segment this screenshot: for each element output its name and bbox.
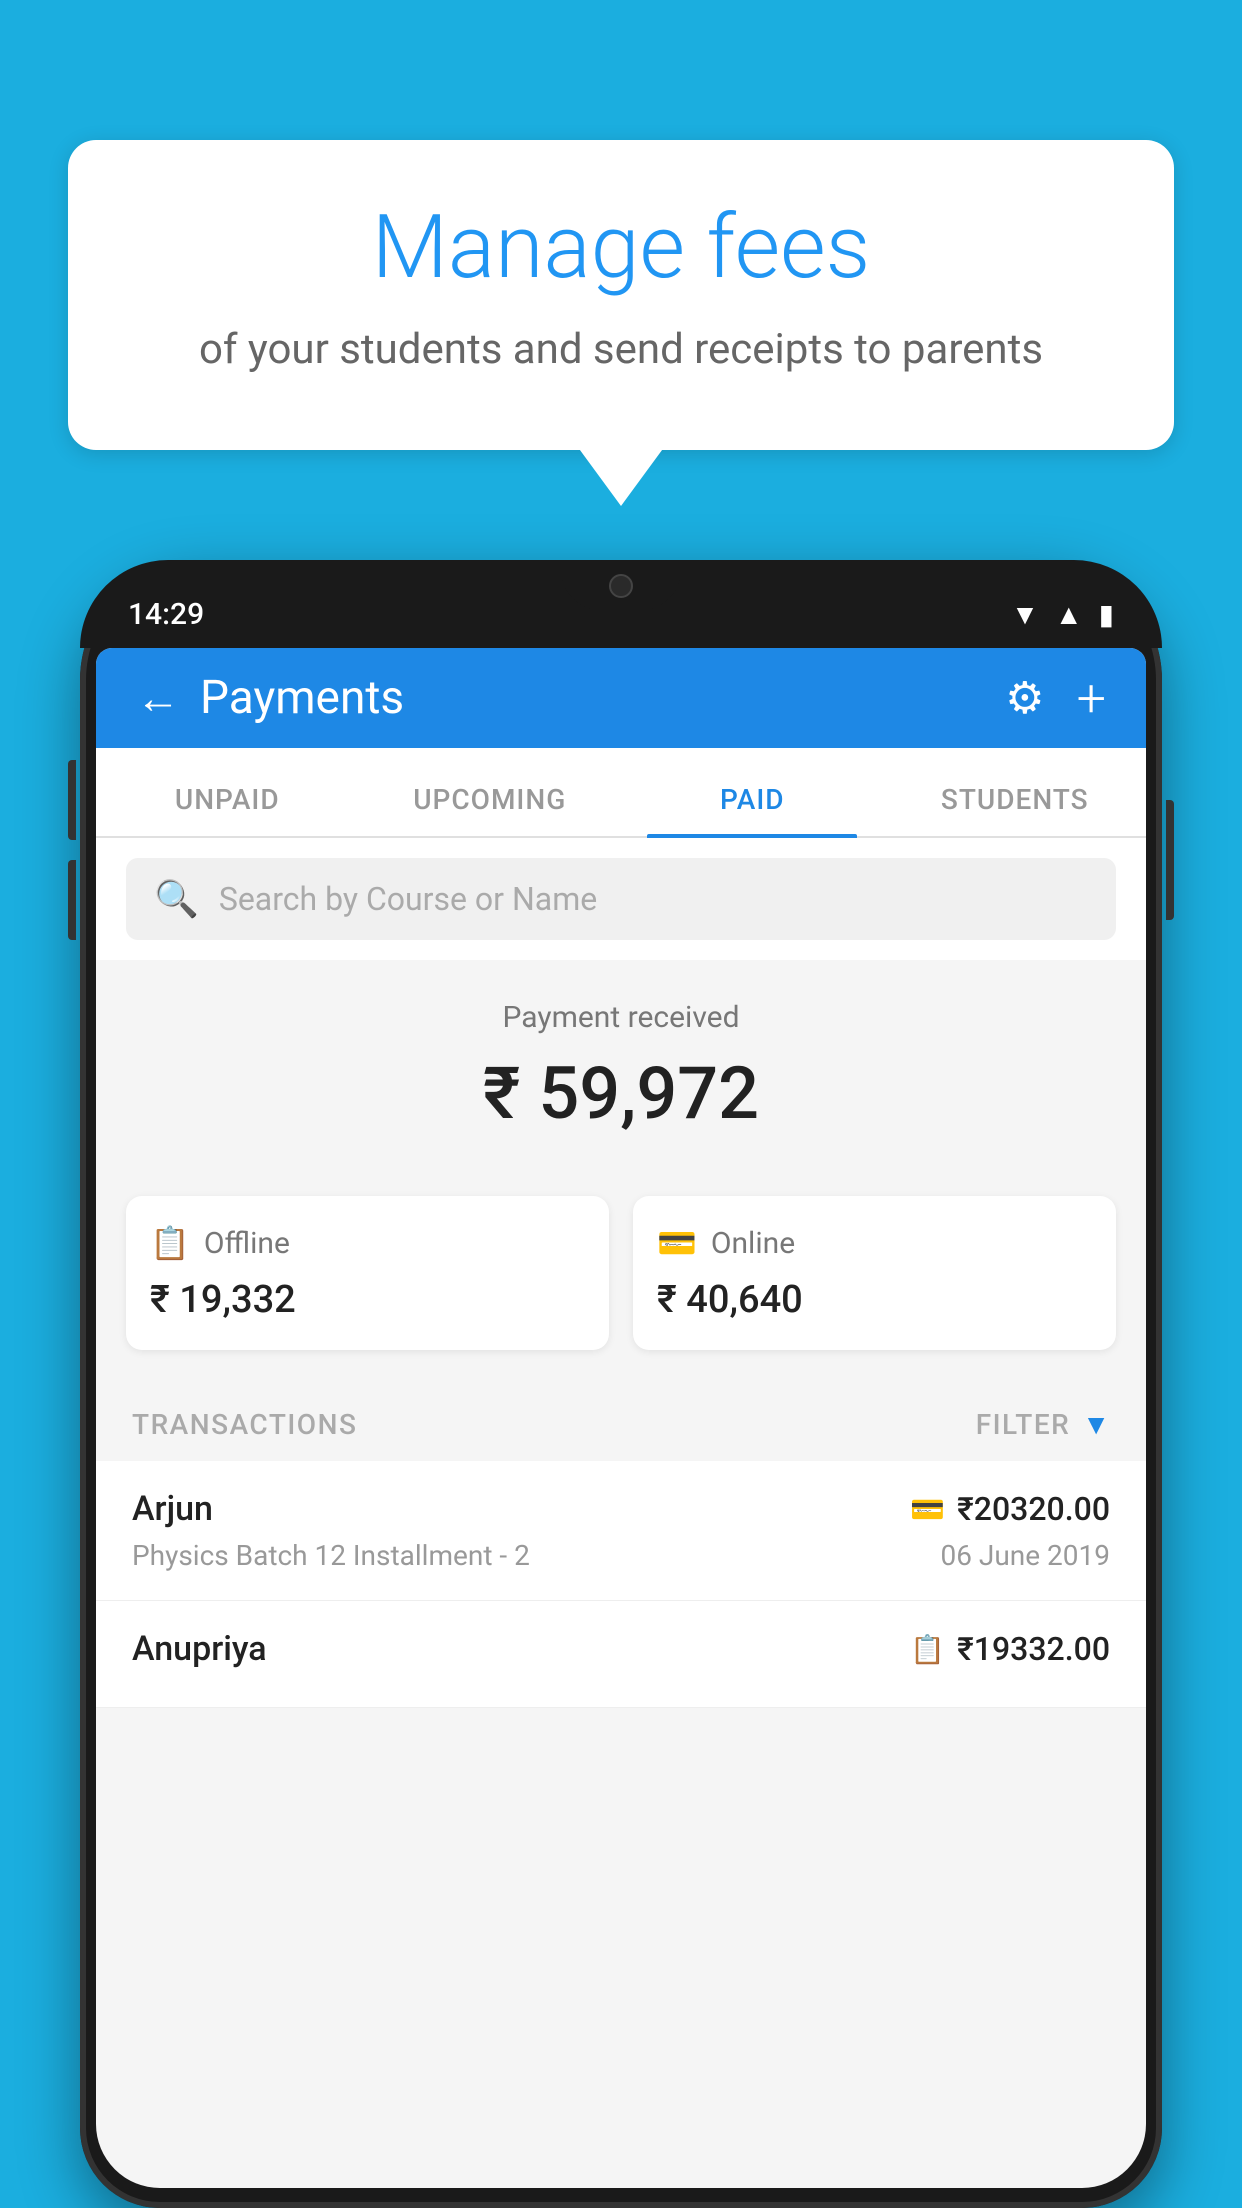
online-icon: 💳 xyxy=(657,1224,697,1262)
payment-online-icon: 💳 xyxy=(910,1493,945,1526)
transaction-top-arjun: Arjun 💳 ₹20320.00 xyxy=(132,1489,1110,1529)
camera xyxy=(609,574,633,598)
search-input[interactable]: Search by Course or Name xyxy=(219,880,597,918)
transaction-amount-row: 💳 ₹20320.00 xyxy=(910,1490,1110,1528)
transaction-amount: ₹20320.00 xyxy=(957,1490,1110,1528)
filter-container[interactable]: FILTER ▼ xyxy=(976,1408,1110,1441)
tab-upcoming[interactable]: UPCOMING xyxy=(359,759,622,836)
add-button[interactable]: + xyxy=(1077,668,1106,729)
table-row[interactable]: Arjun 💳 ₹20320.00 Physics Batch 12 Insta… xyxy=(96,1461,1146,1601)
phone-frame: 14:29 ▼ ▲ ▮ ← Payments ⚙ + UNPAID xyxy=(80,560,1162,2208)
search-icon: 🔍 xyxy=(154,878,199,920)
offline-icon: 📋 xyxy=(150,1224,190,1262)
offline-label: Offline xyxy=(204,1226,290,1261)
phone-screen: ← Payments ⚙ + UNPAID UPCOMING PAID STUD… xyxy=(96,648,1146,2188)
bubble-title: Manage fees xyxy=(128,200,1114,297)
payment-cards: 📋 Offline ₹ 19,332 💳 Online ₹ 40,640 xyxy=(96,1196,1146,1380)
filter-icon: ▼ xyxy=(1082,1408,1110,1441)
payment-offline-icon: 📋 xyxy=(910,1633,945,1666)
offline-card-top: 📋 Offline xyxy=(150,1224,585,1262)
filter-label: FILTER xyxy=(976,1408,1071,1441)
transaction-amount-row-2: 📋 ₹19332.00 xyxy=(910,1630,1110,1668)
tab-paid[interactable]: PAID xyxy=(621,759,884,836)
online-card-top: 💳 Online xyxy=(657,1224,1092,1262)
transaction-top-anupriya: Anupriya 📋 ₹19332.00 xyxy=(132,1629,1110,1669)
header-right: ⚙ + xyxy=(1005,668,1106,729)
search-bar[interactable]: 🔍 Search by Course or Name xyxy=(126,858,1116,940)
status-icons: ▼ ▲ ▮ xyxy=(1011,598,1114,631)
online-label: Online xyxy=(711,1226,795,1261)
settings-icon[interactable]: ⚙ xyxy=(1005,672,1044,724)
payment-received-label: Payment received xyxy=(126,1000,1116,1035)
notch xyxy=(561,560,681,610)
wifi-icon: ▼ xyxy=(1011,598,1039,631)
status-time: 14:29 xyxy=(128,597,204,632)
volume-up-button xyxy=(68,760,76,840)
power-button xyxy=(1166,800,1174,920)
app-header: ← Payments ⚙ + xyxy=(96,648,1146,748)
back-button[interactable]: ← xyxy=(136,676,180,720)
online-card: 💳 Online ₹ 40,640 xyxy=(633,1196,1116,1350)
payment-received-amount: ₹ 59,972 xyxy=(126,1051,1116,1136)
tab-students[interactable]: STUDENTS xyxy=(884,759,1147,836)
signal-icon: ▲ xyxy=(1055,598,1083,631)
payment-received-section: Payment received ₹ 59,972 xyxy=(96,960,1146,1196)
bubble-subtitle: of your students and send receipts to pa… xyxy=(128,321,1114,380)
online-amount: ₹ 40,640 xyxy=(657,1278,1092,1322)
transactions-label: TRANSACTIONS xyxy=(132,1408,357,1441)
offline-amount: ₹ 19,332 xyxy=(150,1278,585,1322)
tab-unpaid[interactable]: UNPAID xyxy=(96,759,359,836)
transaction-bottom-arjun: Physics Batch 12 Installment - 2 06 June… xyxy=(132,1539,1110,1572)
speech-bubble: Manage fees of your students and send re… xyxy=(68,140,1174,450)
transaction-amount-2: ₹19332.00 xyxy=(957,1630,1110,1668)
header-title: Payments xyxy=(200,671,404,725)
transaction-name: Arjun xyxy=(132,1489,213,1529)
status-bar: 14:29 ▼ ▲ ▮ xyxy=(80,560,1162,648)
search-container: 🔍 Search by Course or Name xyxy=(96,838,1146,960)
tabs-bar: UNPAID UPCOMING PAID STUDENTS xyxy=(96,748,1146,838)
offline-card: 📋 Offline ₹ 19,332 xyxy=(126,1196,609,1350)
transaction-name: Anupriya xyxy=(132,1629,267,1669)
transaction-course: Physics Batch 12 Installment - 2 xyxy=(132,1539,530,1572)
volume-down-button xyxy=(68,860,76,940)
transactions-header: TRANSACTIONS FILTER ▼ xyxy=(96,1380,1146,1461)
table-row[interactable]: Anupriya 📋 ₹19332.00 xyxy=(96,1601,1146,1708)
transaction-date: 06 June 2019 xyxy=(940,1539,1110,1572)
battery-icon: ▮ xyxy=(1099,598,1114,631)
header-left: ← Payments xyxy=(136,671,404,725)
